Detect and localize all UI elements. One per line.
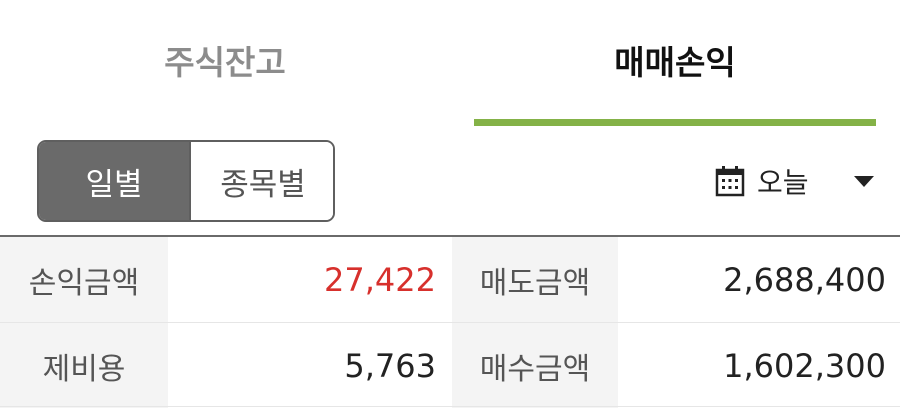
buy-amount-value: 1,602,300 xyxy=(723,346,886,385)
calendar-icon xyxy=(715,165,745,197)
table-row: 손익금액 27,422 매도금액 2,688,400 xyxy=(0,237,900,323)
tab-trading-profit-loss[interactable]: 매매손익 xyxy=(474,0,876,126)
tab-stock-balance[interactable]: 주식잔고 xyxy=(0,0,450,126)
tab-label: 매매손익 xyxy=(614,43,736,82)
fees-label: 제비용 xyxy=(0,323,168,408)
date-filter-label: 오늘 xyxy=(757,166,809,199)
segment-by-stock-button[interactable]: 종목별 xyxy=(189,142,333,220)
profit-amount-label: 손익금액 xyxy=(0,237,168,322)
tab-label: 주식잔고 xyxy=(164,43,286,82)
table-row: 제비용 5,763 매수금액 1,602,300 xyxy=(0,323,900,408)
caret-down-icon xyxy=(854,176,874,187)
sell-amount-value: 2,688,400 xyxy=(723,260,886,299)
buy-amount-label: 매수금액 xyxy=(452,323,618,408)
fees-value: 5,763 xyxy=(344,346,436,385)
divider xyxy=(0,406,900,407)
active-tab-indicator xyxy=(474,119,876,126)
date-filter-dropdown[interactable]: 오늘 xyxy=(715,156,880,206)
segment-daily-button[interactable]: 일별 xyxy=(39,142,189,220)
profit-amount-value: 27,422 xyxy=(324,260,436,299)
view-segmented-control: 일별 종목별 xyxy=(37,140,335,222)
sell-amount-label: 매도금액 xyxy=(452,237,618,322)
top-tab-bar: 주식잔고 매매손익 xyxy=(0,0,900,126)
profit-summary-table: 손익금액 27,422 매도금액 2,688,400 제비용 5,763 매수금… xyxy=(0,235,900,411)
